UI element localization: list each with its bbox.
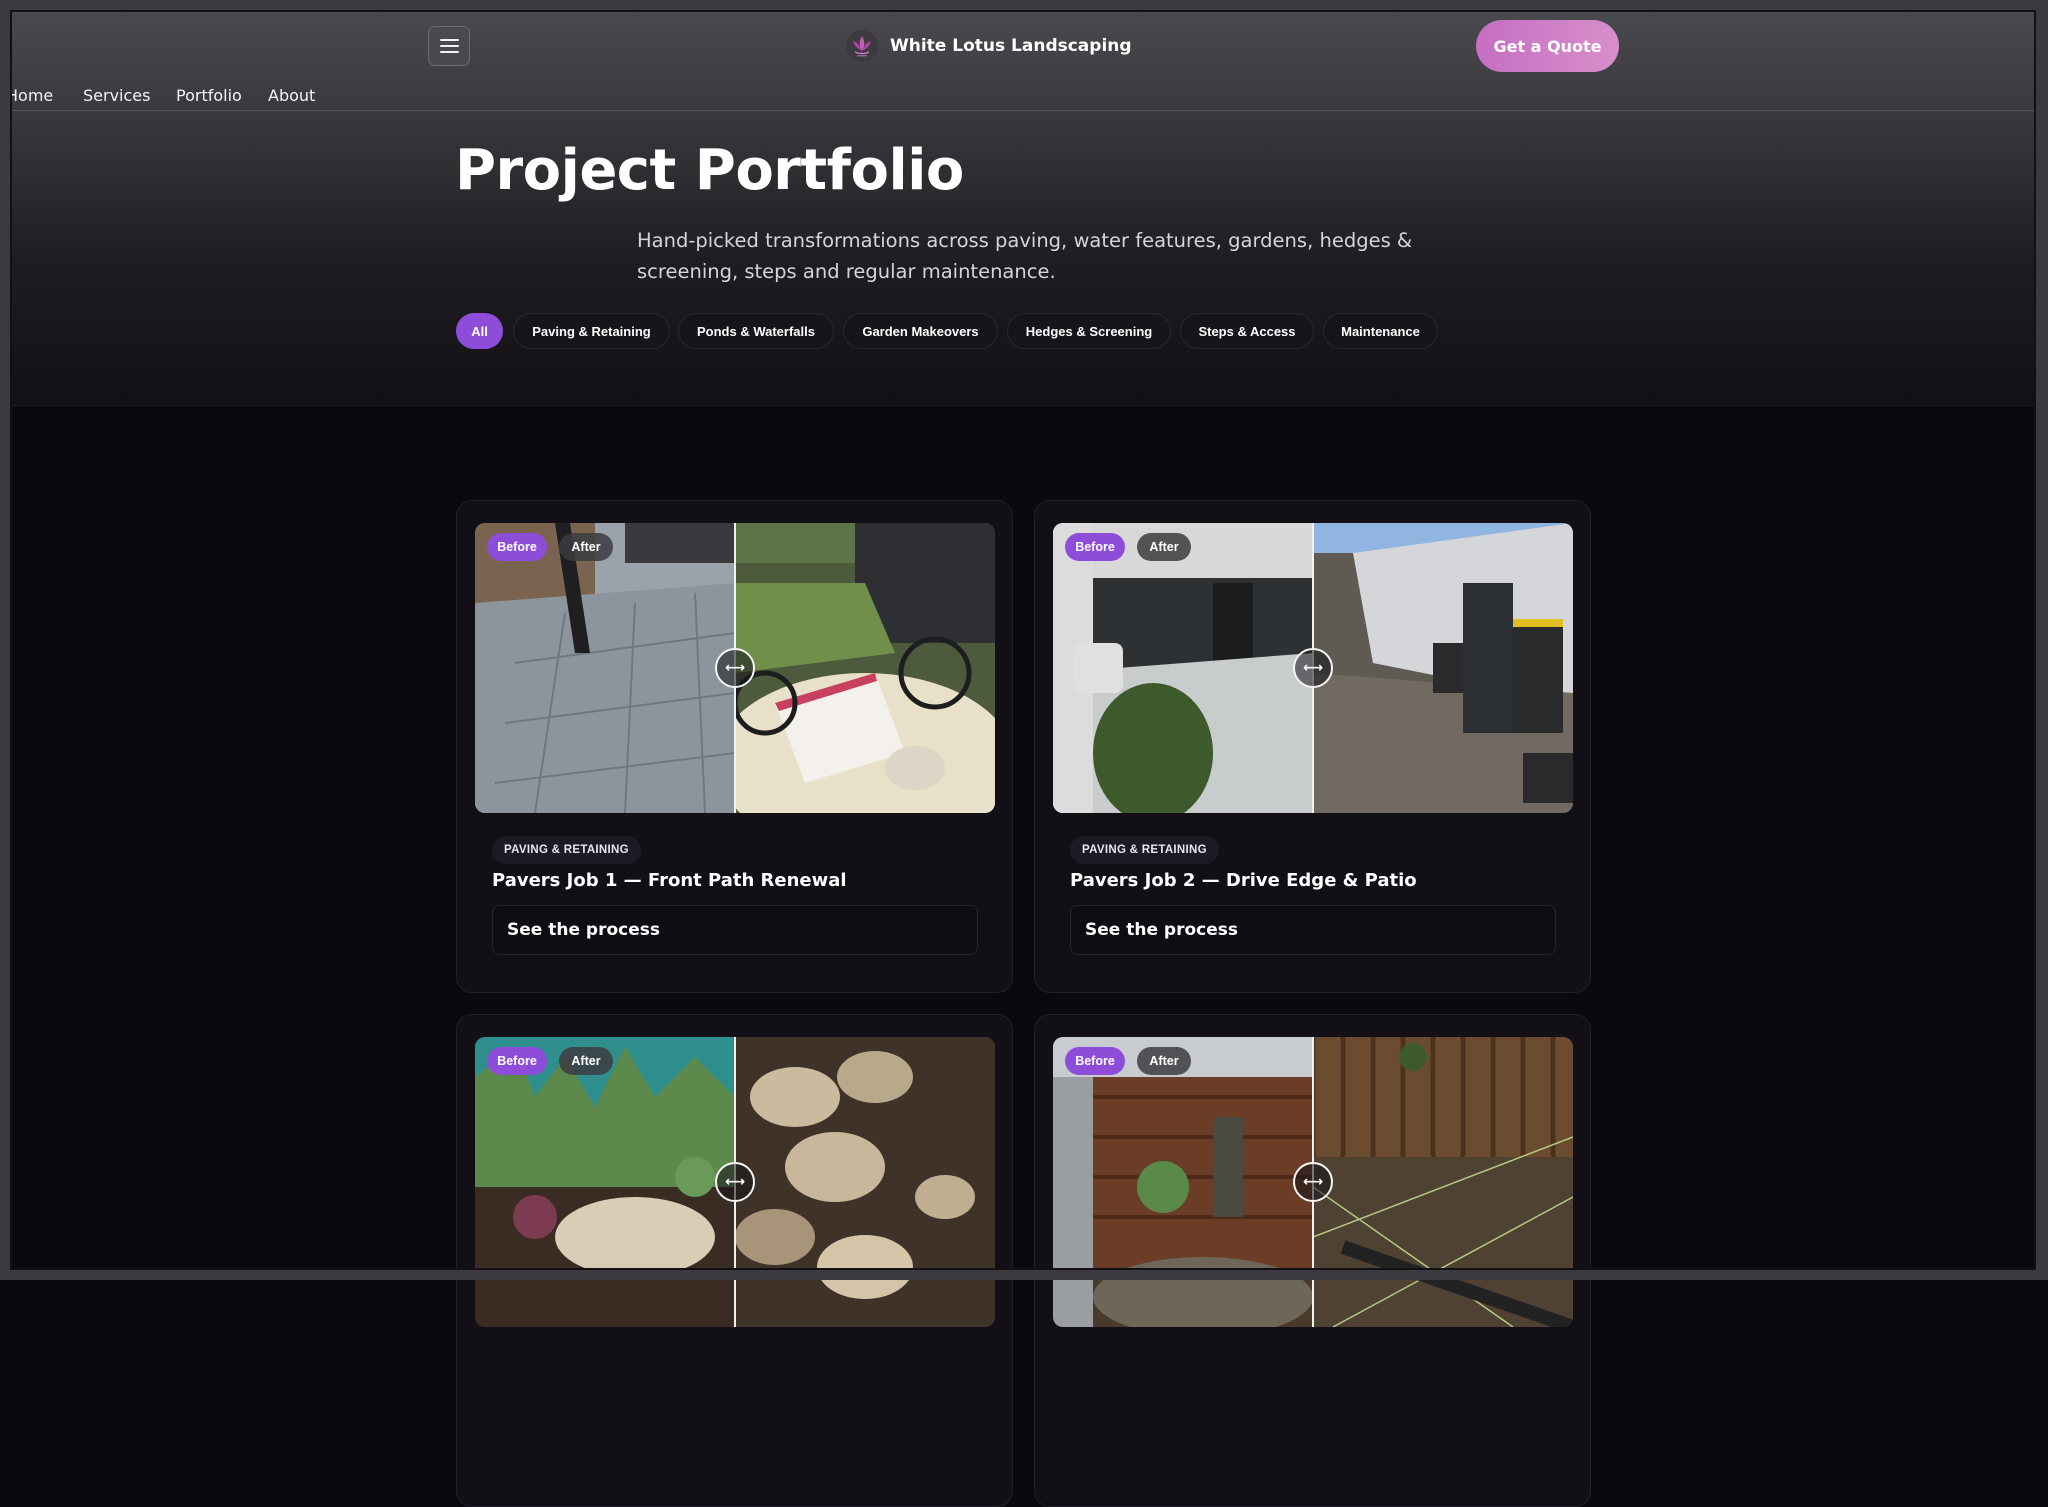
filter-chip-paving-retaining[interactable]: Paving & Retaining: [513, 313, 670, 349]
after-image: [735, 1037, 995, 1327]
project-card: ⟷ Before After PAVING & RETAINING Pavers…: [456, 500, 1013, 993]
before-after-slider[interactable]: ⟷ Before After: [1053, 523, 1573, 813]
before-toggle[interactable]: Before: [1065, 1047, 1125, 1075]
after-toggle[interactable]: After: [1137, 533, 1191, 561]
hero-divider: [10, 405, 2038, 406]
before-toggle[interactable]: Before: [487, 1047, 547, 1075]
after-toggle[interactable]: After: [559, 1047, 613, 1075]
after-image: [735, 523, 995, 813]
before-image: [1053, 1037, 1313, 1327]
see-process-button[interactable]: See the process: [492, 905, 978, 955]
project-title: Pavers Job 2 — Drive Edge & Patio: [1070, 870, 1417, 891]
project-title: Pavers Job 1 — Front Path Renewal: [492, 870, 847, 891]
drag-handle-icon[interactable]: ⟷: [1293, 648, 1333, 688]
after-image: [1313, 523, 1573, 813]
hamburger-icon: [439, 39, 459, 41]
after-toggle[interactable]: After: [559, 533, 613, 561]
brand-name: White Lotus Landscaping: [890, 36, 1132, 56]
project-card: ⟷ Before After: [1034, 1014, 1591, 1507]
before-toggle[interactable]: Before: [1065, 533, 1125, 561]
after-image: [1313, 1037, 1573, 1327]
page-subtitle: Hand-picked transformations across pavin…: [637, 229, 1413, 283]
after-toggle[interactable]: After: [1137, 1047, 1191, 1075]
project-card: ⟷ Before After PAVING & RETAINING Pavers…: [1034, 500, 1591, 993]
see-process-button[interactable]: See the process: [1070, 905, 1556, 955]
before-after-slider[interactable]: ⟷ Before After: [1053, 1037, 1573, 1327]
before-after-slider[interactable]: ⟷ Before After: [475, 523, 995, 813]
menu-button[interactable]: [428, 26, 470, 66]
nav-link-services[interactable]: Services: [83, 86, 150, 105]
nav-link-home[interactable]: Home: [6, 86, 53, 105]
project-card: ⟷ Before After: [456, 1014, 1013, 1507]
before-image: [1053, 523, 1313, 813]
brand[interactable]: White Lotus Landscaping: [846, 30, 1132, 62]
filter-chip-garden-makeovers[interactable]: Garden Makeovers: [843, 313, 998, 349]
filter-chip-steps-access[interactable]: Steps & Access: [1180, 313, 1314, 349]
category-tag: PAVING & RETAINING: [1070, 836, 1219, 864]
lotus-logo-icon: [846, 30, 878, 62]
filter-chip-ponds-waterfalls[interactable]: Ponds & Waterfalls: [678, 313, 834, 349]
before-image: [475, 1037, 735, 1327]
page-title: Project Portfolio: [455, 138, 964, 203]
before-toggle[interactable]: Before: [487, 533, 547, 561]
category-tag: PAVING & RETAINING: [492, 836, 641, 864]
nav-link-portfolio[interactable]: Portfolio: [176, 86, 242, 105]
nav-link-about[interactable]: About: [268, 86, 315, 105]
nav-divider: [10, 110, 2038, 111]
drag-handle-icon[interactable]: ⟷: [715, 648, 755, 688]
filter-chip-hedges-screening[interactable]: Hedges & Screening: [1007, 313, 1171, 349]
before-after-slider[interactable]: ⟷ Before After: [475, 1037, 995, 1327]
drag-handle-icon[interactable]: ⟷: [1293, 1162, 1333, 1202]
filter-chip-maintenance[interactable]: Maintenance: [1323, 313, 1438, 349]
drag-handle-icon[interactable]: ⟷: [715, 1162, 755, 1202]
get-quote-button[interactable]: Get a Quote: [1476, 20, 1619, 72]
filter-chip-all[interactable]: All: [456, 313, 503, 349]
before-image: [475, 523, 735, 813]
